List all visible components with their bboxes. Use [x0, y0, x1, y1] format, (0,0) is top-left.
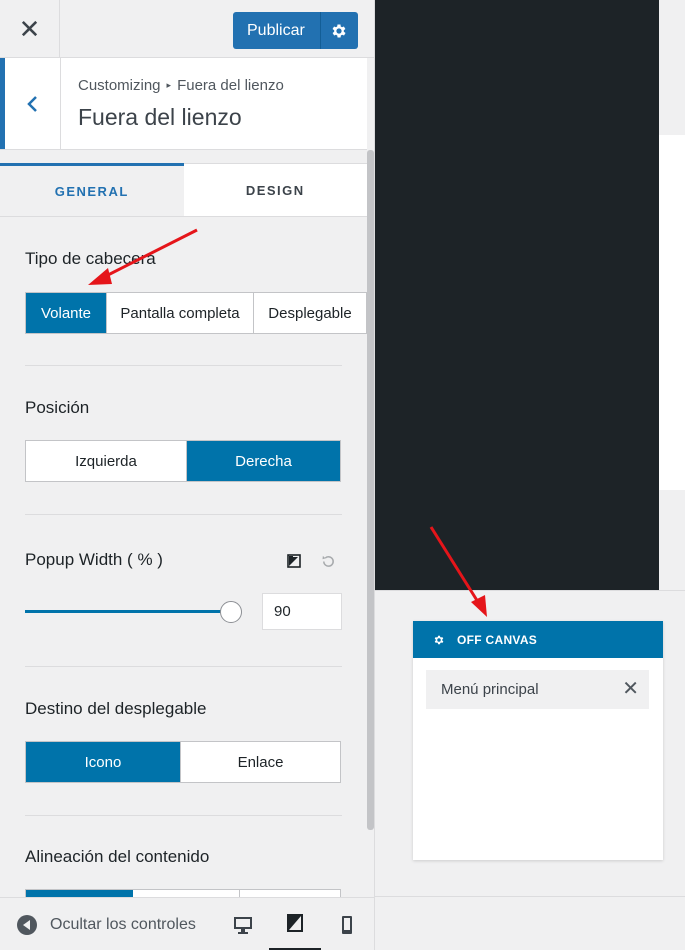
- tab-bar: General Design: [0, 163, 367, 217]
- position-buttons: Izquierda Derecha: [25, 440, 341, 482]
- divider: [25, 514, 342, 515]
- breadcrumb: Customizing ▸ Fuera del lienzo: [78, 77, 284, 94]
- device-desktop-icon[interactable]: [217, 898, 269, 950]
- device-tablet-icon[interactable]: [269, 898, 321, 950]
- section-header: Customizing ▸ Fuera del lienzo Fuera del l…: [0, 58, 367, 150]
- breadcrumb-leaf: Fuera del lienzo: [177, 77, 284, 94]
- off-canvas-panel-title: OFF CANVAS: [457, 632, 538, 647]
- popup-width-input[interactable]: 90: [262, 593, 342, 630]
- dropdown-target-link-button[interactable]: Enlace: [181, 742, 340, 782]
- reset-icon[interactable]: [321, 554, 336, 569]
- popup-width-slider-track[interactable]: [25, 610, 231, 613]
- gear-icon[interactable]: [433, 634, 445, 646]
- popup-width-label: Popup Width ( % ): [25, 550, 163, 569]
- dropdown-target-label: Destino del desplegable: [25, 699, 207, 718]
- off-canvas-panel-header[interactable]: OFF CANVAS: [413, 621, 663, 658]
- divider: [25, 666, 342, 667]
- chevron-left-icon: [26, 95, 37, 112]
- collapse-icon: [17, 914, 37, 935]
- menu-item-label: Menú principal: [441, 681, 539, 698]
- tab-design[interactable]: Design: [183, 163, 367, 216]
- customizer-sidebar: ✕ Publicar Customizing ▸ Fuera del lienzo …: [0, 0, 375, 950]
- section-title: Fuera del lienzo: [78, 104, 242, 130]
- dropdown-target-icon-button[interactable]: Icono: [26, 742, 181, 782]
- position-right-button[interactable]: Derecha: [187, 441, 340, 481]
- content-alignment-label: Alineación del contenido: [25, 847, 210, 866]
- responsive-toggle-icon[interactable]: [287, 554, 301, 568]
- header-type-dropdown-button[interactable]: Desplegable: [254, 293, 366, 333]
- back-button[interactable]: [0, 58, 61, 149]
- content-alignment-option[interactable]: [133, 890, 240, 897]
- preview-divider: [375, 896, 685, 897]
- site-preview: OFF CANVAS Menú principal ✕: [375, 0, 685, 950]
- menu-item-chip[interactable]: Menú principal ✕: [426, 670, 649, 709]
- off-canvas-builder-panel: OFF CANVAS Menú principal ✕: [413, 621, 663, 860]
- preview-divider: [375, 590, 685, 591]
- customizer-topbar: ✕ Publicar: [0, 0, 374, 58]
- publish-settings-gear-icon[interactable]: [320, 12, 358, 49]
- publish-button[interactable]: Publicar: [233, 12, 321, 49]
- hide-controls-label: Ocultar los controles: [50, 915, 196, 933]
- preview-page-edge: [659, 135, 685, 490]
- header-type-label: Tipo de cabecera: [25, 249, 156, 268]
- bottom-bar: Ocultar los controles: [0, 897, 374, 950]
- breadcrumb-root: Customizing: [78, 77, 161, 94]
- publish-group: Publicar: [233, 12, 358, 49]
- hide-controls-button[interactable]: Ocultar los controles: [17, 898, 196, 950]
- dropdown-target-buttons: Icono Enlace: [25, 741, 341, 783]
- divider: [25, 365, 342, 366]
- content-alignment-buttons[interactable]: [25, 889, 341, 898]
- close-customizer-button[interactable]: ✕: [0, 0, 60, 58]
- remove-item-close-icon[interactable]: ✕: [622, 679, 639, 699]
- breadcrumb-separator-icon: ▸: [166, 80, 172, 90]
- position-left-button[interactable]: Izquierda: [26, 441, 187, 481]
- header-type-buttons: Volante Pantalla completa Desplegable: [25, 292, 367, 334]
- position-label: Posición: [25, 398, 90, 417]
- device-mobile-icon[interactable]: [321, 898, 373, 950]
- header-type-volante-button[interactable]: Volante: [26, 293, 107, 333]
- preview-dark-panel: [375, 0, 659, 590]
- tab-general[interactable]: General: [0, 163, 184, 216]
- sidebar-scrollbar[interactable]: [367, 150, 374, 830]
- popup-width-slider-handle[interactable]: [220, 601, 242, 623]
- header-type-fullscreen-button[interactable]: Pantalla completa: [107, 293, 254, 333]
- divider: [25, 815, 342, 816]
